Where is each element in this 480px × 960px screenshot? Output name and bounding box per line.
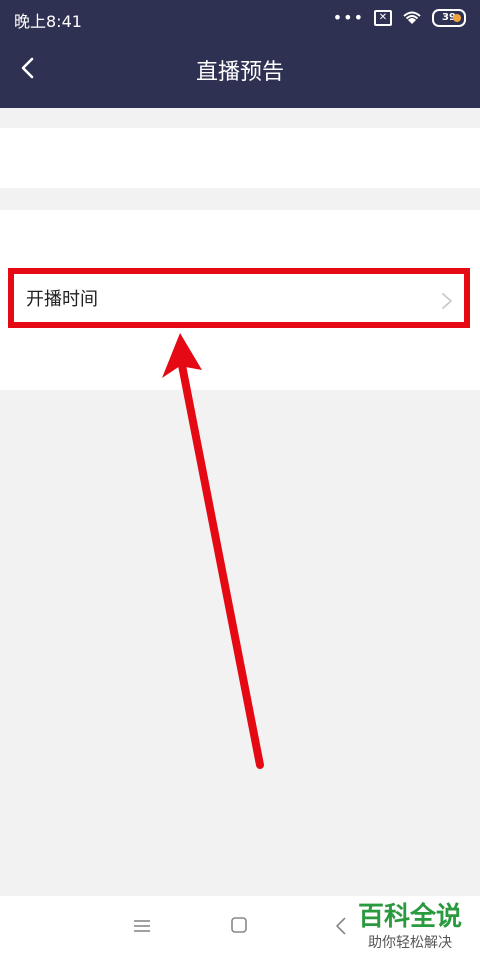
page-title: 直播预告 [195, 60, 284, 85]
more-dots-icon: ••• [332, 8, 364, 27]
app-header: 晚上8:41 ••• ✕ 39 直播预告 [0, 0, 480, 108]
watermark-sub: 助你轻松解决 [368, 935, 452, 951]
back-triangle-icon[interactable] [334, 916, 348, 936]
content-sheet-top [0, 108, 480, 129]
wifi-icon [403, 11, 421, 24]
status-time: 晚上8:41 [14, 12, 82, 31]
watermark-logo: 百科全说 助你轻松解决 [350, 896, 470, 960]
list-section-1 [0, 128, 480, 188]
home-square-icon[interactable] [230, 916, 248, 934]
chevron-right-icon [442, 293, 452, 309]
sim-card-icon: ✕ [374, 9, 392, 26]
menu-icon[interactable] [132, 918, 152, 934]
broadcast-time-label: 开播时间 [26, 289, 98, 310]
broadcast-time-row[interactable]: 开播时间 [8, 268, 470, 328]
watermark-main: 百科全说 [357, 902, 462, 932]
battery-icon: 39 [432, 8, 466, 27]
charging-dot [453, 13, 461, 22]
status-icons: ••• ✕ 39 [333, 8, 466, 27]
status-bar: 晚上8:41 ••• ✕ 39 [0, 0, 480, 36]
